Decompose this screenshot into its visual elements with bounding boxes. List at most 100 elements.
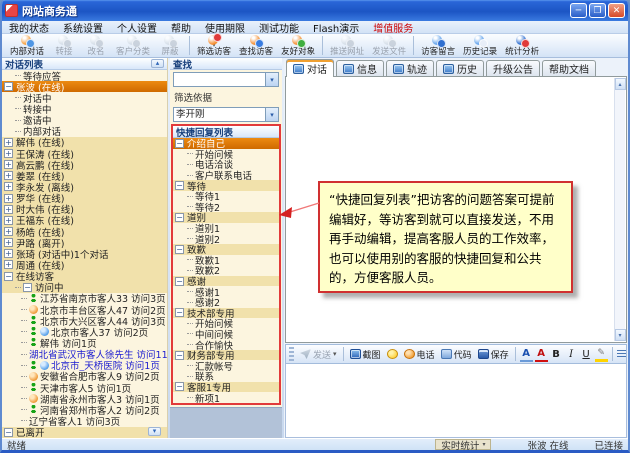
- highlight-icon[interactable]: ✎: [595, 347, 608, 362]
- tab-upgrade-notice[interactable]: 升级公告: [486, 60, 540, 76]
- collapse-icon[interactable]: −: [175, 277, 184, 286]
- tree-row[interactable]: 新项1: [173, 392, 279, 403]
- tree-row[interactable]: 湖南省永州市客人3 访问1页: [2, 393, 167, 404]
- tree-row[interactable]: 对话中: [2, 92, 167, 103]
- tab-track[interactable]: 轨迹: [386, 60, 434, 76]
- tree-row[interactable]: 中间问候: [173, 329, 279, 340]
- tab-chat[interactable]: 对话: [286, 59, 334, 77]
- menu-item-my-status[interactable]: 我的状态: [2, 20, 56, 35]
- save-button[interactable]: 保存: [476, 346, 511, 362]
- tree-row[interactable]: +尹路 (离开): [2, 237, 167, 248]
- tree-row[interactable]: 北京市_天桥医院 访问1页: [2, 360, 167, 371]
- toolbar-button-send-file[interactable]: 发送文件: [368, 34, 410, 57]
- tree-row[interactable]: −介绍自己: [173, 138, 279, 149]
- font-color-icon[interactable]: A: [535, 347, 548, 362]
- tree-row[interactable]: +周通 (在线): [2, 259, 167, 270]
- tree-row[interactable]: −感谢: [173, 276, 279, 287]
- collapse-icon[interactable]: −: [23, 283, 32, 292]
- tree-row[interactable]: −已离开: [2, 427, 167, 438]
- realtime-stats-button[interactable]: 实时统计 ▾: [435, 439, 491, 450]
- tree-row[interactable]: 北京市大兴区客人44 访问3页: [2, 315, 167, 326]
- search-combobox[interactable]: ▾: [173, 72, 279, 87]
- tree-row[interactable]: 致歉2: [173, 265, 279, 276]
- tree-row[interactable]: +王福东 (在线): [2, 215, 167, 226]
- tree-row[interactable]: 湖北省武汉市客人徐先生 访问11页: [2, 349, 167, 360]
- menu-item-help[interactable]: 帮助: [164, 20, 198, 35]
- toolbar-button-find-visitor[interactable]: 查找访客: [235, 34, 277, 57]
- tree-row[interactable]: +王保涛 (在线): [2, 148, 167, 159]
- tree-row[interactable]: +时大伟 (在线): [2, 204, 167, 215]
- menu-item-usage-period[interactable]: 使用期限: [198, 20, 252, 35]
- expand-icon[interactable]: +: [4, 238, 13, 247]
- menu-item-system-settings[interactable]: 系统设置: [56, 20, 110, 35]
- tree-row[interactable]: 等待1: [173, 191, 279, 202]
- smiley-button[interactable]: [385, 346, 400, 362]
- collapse-icon[interactable]: −: [175, 382, 184, 391]
- tree-row[interactable]: −道别: [173, 212, 279, 223]
- tree-row[interactable]: −在线访客: [2, 271, 167, 282]
- collapse-icon[interactable]: −: [4, 82, 13, 91]
- tab-history[interactable]: 历史: [436, 60, 484, 76]
- expand-icon[interactable]: +: [4, 182, 13, 191]
- scrollbar-down-icon[interactable]: ▾: [615, 329, 626, 341]
- filter-combobox[interactable]: 李开刚 ▾: [173, 107, 279, 122]
- tree-row[interactable]: 邀请中: [2, 115, 167, 126]
- minimize-button[interactable]: ─: [570, 3, 587, 18]
- tree-row[interactable]: 等待2: [173, 202, 279, 213]
- tree-row[interactable]: −张波 (在线): [2, 81, 167, 92]
- restore-button[interactable]: ❐: [589, 3, 606, 18]
- numbered-list-icon[interactable]: [617, 350, 626, 359]
- tree-row[interactable]: 客户联系电话: [173, 170, 279, 181]
- tree-row[interactable]: +解伟 (在线): [2, 137, 167, 148]
- toolbar-button-block[interactable]: 屏蔽: [154, 34, 186, 57]
- tree-row[interactable]: −致歉: [173, 244, 279, 255]
- scroll-up-icon[interactable]: ▴: [151, 59, 164, 68]
- tree-row[interactable]: 感谢2: [173, 297, 279, 308]
- conversation-scrollbar[interactable]: ▴ ▾: [614, 78, 625, 341]
- tree-row[interactable]: 合作愉快: [173, 339, 279, 350]
- collapse-icon[interactable]: −: [4, 428, 13, 437]
- bold-icon[interactable]: B: [550, 347, 563, 362]
- tab-info[interactable]: 信息: [336, 60, 384, 76]
- expand-icon[interactable]: +: [4, 171, 13, 180]
- send-button[interactable]: 发送▾: [298, 346, 339, 362]
- filter-dropdown-icon[interactable]: ▾: [265, 108, 278, 121]
- expand-icon[interactable]: +: [4, 205, 13, 214]
- tab-help-doc[interactable]: 帮助文档: [542, 60, 596, 76]
- tree-row[interactable]: 内部对话: [2, 126, 167, 137]
- tree-row[interactable]: 等待应答: [2, 70, 167, 81]
- search-dropdown-icon[interactable]: ▾: [265, 73, 278, 86]
- expand-icon[interactable]: +: [4, 138, 13, 147]
- scrollbar-up-icon[interactable]: ▴: [615, 78, 626, 90]
- code-button[interactable]: 代码: [439, 346, 474, 362]
- tree-row[interactable]: −财务部专用: [173, 350, 279, 361]
- collapse-icon[interactable]: −: [4, 272, 13, 281]
- tree-row[interactable]: 联系: [173, 371, 279, 382]
- phone-button[interactable]: 电话: [402, 346, 437, 362]
- toolbar-button-internal-chat[interactable]: 内部对话: [6, 34, 48, 57]
- expand-icon[interactable]: +: [4, 216, 13, 225]
- toolbar-button-filter-visitor[interactable]: ▾筛选访客: [193, 34, 235, 57]
- tree-row[interactable]: +张琦 (对话中)1个对话: [2, 248, 167, 259]
- tree-row[interactable]: −客服1专用: [173, 382, 279, 393]
- menu-item-test-features[interactable]: 测试功能: [252, 20, 306, 35]
- underline-icon[interactable]: U: [580, 347, 593, 362]
- collapse-icon[interactable]: −: [175, 308, 184, 317]
- tree-row[interactable]: 电话洽谈: [173, 159, 279, 170]
- tree-row[interactable]: 道别2: [173, 233, 279, 244]
- tree-row[interactable]: −访问中: [2, 282, 167, 293]
- toolbar-button-stats-analysis[interactable]: 统计分析: [501, 34, 543, 57]
- tree-row[interactable]: 江苏省南京市客人33 访问3页: [2, 293, 167, 304]
- toolbar-button-customer-category[interactable]: 客户分类: [112, 34, 154, 57]
- tree-row[interactable]: 开始问候: [173, 149, 279, 160]
- toolbar-button-transfer[interactable]: 转接: [48, 34, 80, 57]
- expand-icon[interactable]: +: [4, 227, 13, 236]
- collapse-icon[interactable]: −: [175, 213, 184, 222]
- tree-row[interactable]: 河南省郑州市客人2 访问2页: [2, 404, 167, 415]
- screenshot-button[interactable]: 截图: [348, 346, 383, 362]
- expand-icon[interactable]: +: [4, 149, 13, 158]
- tree-row[interactable]: 解伟 访问1页: [2, 337, 167, 348]
- italic-icon[interactable]: I: [565, 347, 578, 362]
- toolbar-grip[interactable]: [289, 347, 294, 361]
- expand-icon[interactable]: +: [4, 194, 13, 203]
